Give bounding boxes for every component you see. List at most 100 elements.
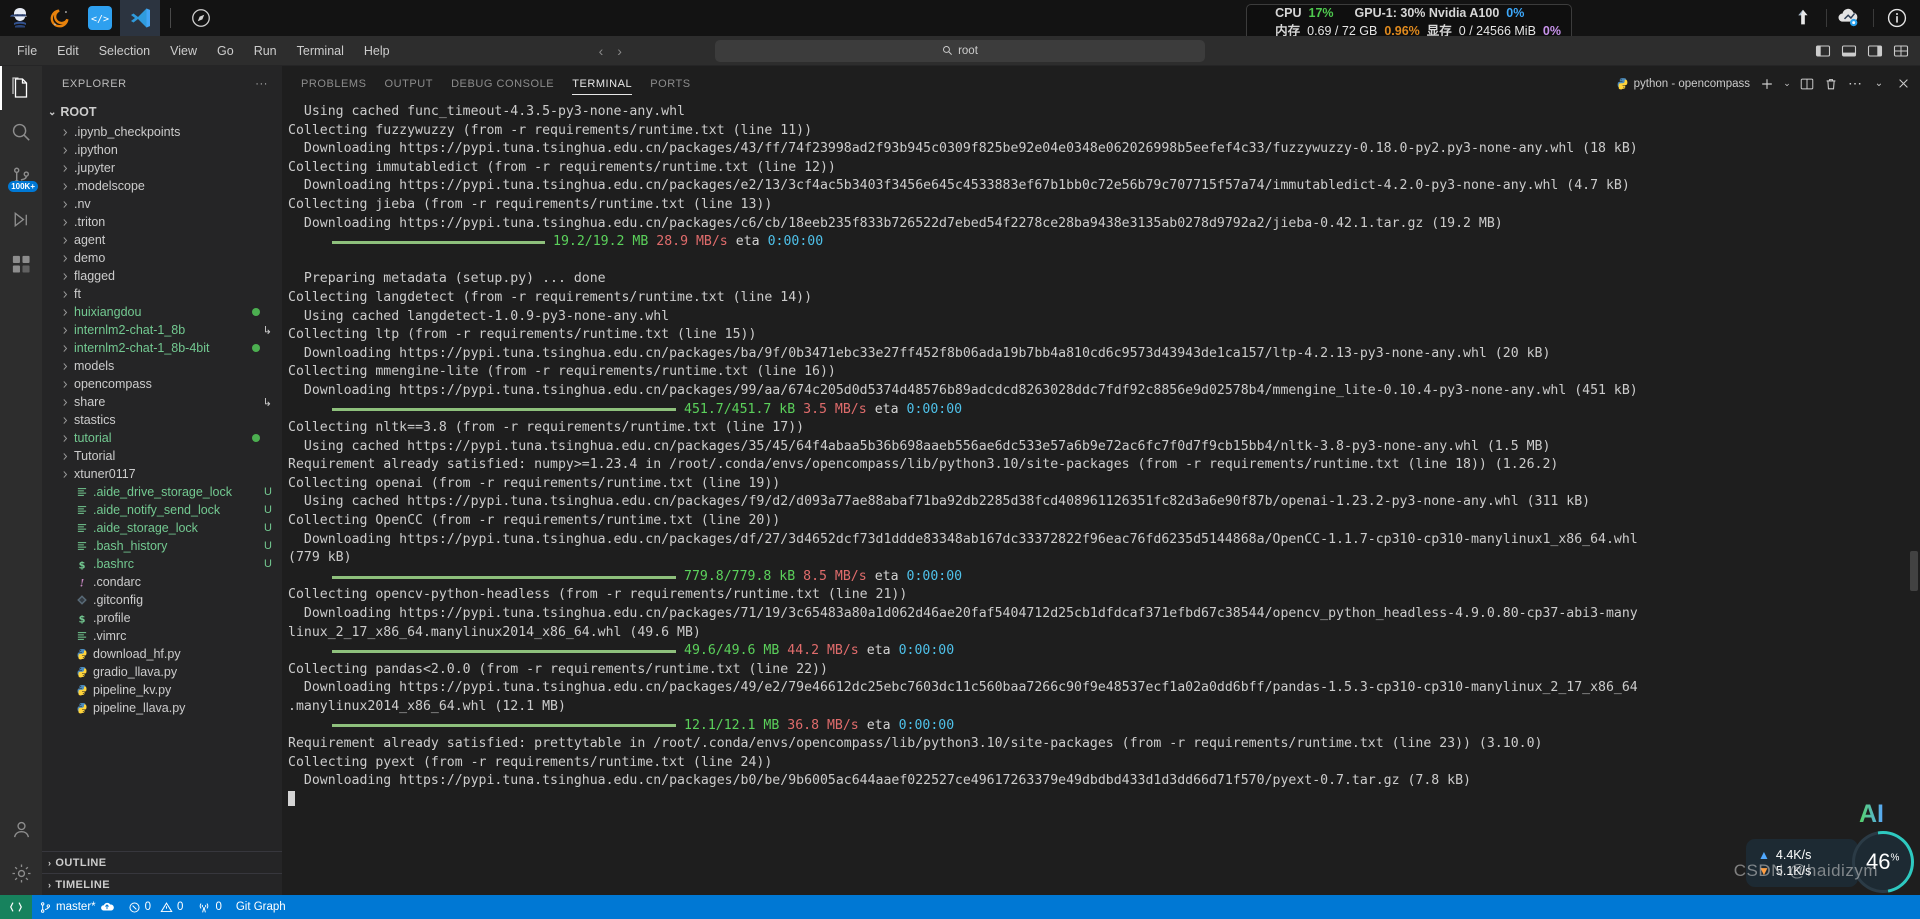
tree-folder-row[interactable]: .ipython bbox=[42, 141, 282, 159]
layout-icon[interactable] bbox=[1890, 40, 1912, 62]
tree-folder-row[interactable]: .jupyter bbox=[42, 159, 282, 177]
go-back-icon[interactable]: ‹ bbox=[599, 43, 604, 59]
orange-crescent-icon[interactable] bbox=[40, 0, 80, 36]
compass-icon[interactable] bbox=[181, 0, 221, 36]
terminal-line: Downloading https://pypi.tuna.tsinghua.e… bbox=[288, 382, 1638, 398]
menu-terminal[interactable]: Terminal bbox=[288, 41, 353, 61]
tree-file-row[interactable]: download_hf.py bbox=[42, 645, 282, 663]
panel-tab-problems[interactable]: PROBLEMS bbox=[292, 66, 376, 101]
activity-extensions[interactable] bbox=[0, 242, 42, 286]
more-actions-icon[interactable]: ··· bbox=[255, 78, 268, 90]
activity-search[interactable] bbox=[0, 110, 42, 154]
tree-folder-row[interactable]: opencompass bbox=[42, 375, 282, 393]
tree-folder-row[interactable]: .modelscope bbox=[42, 177, 282, 195]
tree-folder-row[interactable]: stastics bbox=[42, 411, 282, 429]
activity-source-control[interactable]: 100K+ bbox=[0, 154, 42, 198]
tree-file-row[interactable]: pipeline_kv.py bbox=[42, 681, 282, 699]
branch-indicator[interactable]: master* bbox=[32, 895, 121, 919]
tree-file-row[interactable]: gradio_llava.py bbox=[42, 663, 282, 681]
tree-folder-row[interactable]: .ipynb_checkpoints bbox=[42, 123, 282, 141]
tree-file-row[interactable]: .gitconfig bbox=[42, 591, 282, 609]
info-circle-icon[interactable] bbox=[1874, 0, 1920, 36]
panel-tab-ports[interactable]: PORTS bbox=[641, 66, 699, 101]
menu-go[interactable]: Go bbox=[208, 41, 243, 61]
tree-folder-row[interactable]: models bbox=[42, 357, 282, 375]
command-center[interactable]: root bbox=[715, 39, 1205, 62]
git-graph-button[interactable]: Git Graph bbox=[229, 895, 293, 919]
terminal-line: Using cached https://pypi.tuna.tsinghua.… bbox=[288, 438, 1551, 454]
progress-eta: 0:00:00 bbox=[906, 568, 963, 584]
collapse-panel-icon[interactable]: ⌄ bbox=[1868, 73, 1890, 95]
sidebar-section-timeline[interactable]: › TIMELINE bbox=[42, 873, 282, 895]
close-panel-icon[interactable] bbox=[1892, 73, 1914, 95]
tree-folder-row[interactable]: internlm2-chat-1_8b ↳ bbox=[42, 321, 282, 339]
menu-view[interactable]: View bbox=[161, 41, 206, 61]
upload-speed: 4.4K/s bbox=[1775, 848, 1812, 862]
panel-tab-debug-console[interactable]: DEBUG CONSOLE bbox=[442, 66, 563, 101]
cloud-sync-icon[interactable] bbox=[100, 900, 114, 914]
tree-item-label: .aide_notify_send_lock bbox=[93, 503, 221, 517]
tree-file-row[interactable]: pipeline_llava.py bbox=[42, 699, 282, 717]
tree-folder-row[interactable]: internlm2-chat-1_8b-4bit bbox=[42, 339, 282, 357]
kill-terminal-icon[interactable] bbox=[1820, 73, 1842, 95]
outline-label: OUTLINE bbox=[55, 856, 107, 869]
os-app-list: </> bbox=[0, 0, 221, 36]
terminal-selector[interactable]: python - opencompass bbox=[1616, 77, 1754, 90]
activity-accounts[interactable] bbox=[0, 807, 42, 851]
tree-folder-row[interactable]: .triton bbox=[42, 213, 282, 231]
chevron-right-icon bbox=[60, 253, 74, 264]
radio-tower-indicator[interactable]: 0 bbox=[190, 895, 228, 919]
tree-folder-row[interactable]: Tutorial bbox=[42, 447, 282, 465]
terminal-line: Downloading https://pypi.tuna.tsinghua.e… bbox=[288, 531, 1638, 547]
chevron-down-icon[interactable]: ⌄ bbox=[1780, 73, 1794, 95]
tree-file-row[interactable]: .aide_storage_lock U bbox=[42, 519, 282, 537]
panel-left-icon[interactable] bbox=[1812, 40, 1834, 62]
python-icon bbox=[1616, 77, 1629, 90]
menu-run[interactable]: Run bbox=[245, 41, 286, 61]
activity-run-debug[interactable] bbox=[0, 198, 42, 242]
tree-folder-row[interactable]: huixiangdou bbox=[42, 303, 282, 321]
code-brackets-icon[interactable]: </> bbox=[80, 0, 120, 36]
tree-folder-row[interactable]: xtuner0117 bbox=[42, 465, 282, 483]
panel-right-icon[interactable] bbox=[1864, 40, 1886, 62]
tree-file-row[interactable]: .bash_history U bbox=[42, 537, 282, 555]
more-actions-icon[interactable]: ⋯ bbox=[1844, 73, 1866, 95]
network-share-icon[interactable] bbox=[1827, 0, 1873, 36]
menu-file[interactable]: File bbox=[8, 41, 46, 61]
upload-arrow-icon[interactable] bbox=[1780, 0, 1826, 36]
activity-explorer[interactable] bbox=[0, 66, 42, 110]
tree-root-row[interactable]: ⌄ ROOT bbox=[42, 101, 282, 123]
go-forward-icon[interactable]: › bbox=[617, 43, 622, 59]
chevron-right-icon bbox=[60, 433, 74, 444]
tree-file-row[interactable]: .vimrc bbox=[42, 627, 282, 645]
split-terminal-icon[interactable] bbox=[1796, 73, 1818, 95]
tree-folder-row[interactable]: tutorial bbox=[42, 429, 282, 447]
vscode-icon[interactable] bbox=[120, 0, 160, 36]
activity-settings[interactable] bbox=[0, 851, 42, 895]
tree-folder-row[interactable]: share ↳ bbox=[42, 393, 282, 411]
panel-tab-terminal[interactable]: TERMINAL bbox=[563, 66, 641, 101]
panel-tab-output[interactable]: OUTPUT bbox=[376, 66, 443, 101]
tree-file-row[interactable]: $ .profile bbox=[42, 609, 282, 627]
sidebar-section-outline[interactable]: › OUTLINE bbox=[42, 851, 282, 873]
tree-file-row[interactable]: .aide_notify_send_lock U bbox=[42, 501, 282, 519]
tree-folder-row[interactable]: .nv bbox=[42, 195, 282, 213]
menu-selection[interactable]: Selection bbox=[90, 41, 159, 61]
tree-folder-row[interactable]: demo bbox=[42, 249, 282, 267]
tree-folder-row[interactable]: agent bbox=[42, 231, 282, 249]
terminal-scrollbar[interactable] bbox=[1910, 551, 1918, 591]
ninja-app-icon[interactable] bbox=[0, 0, 40, 36]
menu-edit[interactable]: Edit bbox=[48, 41, 88, 61]
add-terminal-icon[interactable] bbox=[1756, 73, 1778, 95]
tree-file-row[interactable]: $ .bashrc U bbox=[42, 555, 282, 573]
tree-file-row[interactable]: .aide_drive_storage_lock U bbox=[42, 483, 282, 501]
tree-folder-row[interactable]: flagged bbox=[42, 267, 282, 285]
tree-folder-row[interactable]: ft bbox=[42, 285, 282, 303]
panel-bottom-icon[interactable] bbox=[1838, 40, 1860, 62]
remote-indicator[interactable] bbox=[0, 895, 32, 919]
tree-file-row[interactable]: ! .condarc bbox=[42, 573, 282, 591]
file-tree[interactable]: ⌄ ROOT .ipynb_checkpoints .ipython .jupyte… bbox=[42, 101, 282, 851]
terminal-output[interactable]: Using cached func_timeout-4.3.5-py3-none… bbox=[282, 101, 1920, 895]
menu-help[interactable]: Help bbox=[355, 41, 399, 61]
problems-indicator[interactable]: 0 0 bbox=[121, 895, 191, 919]
